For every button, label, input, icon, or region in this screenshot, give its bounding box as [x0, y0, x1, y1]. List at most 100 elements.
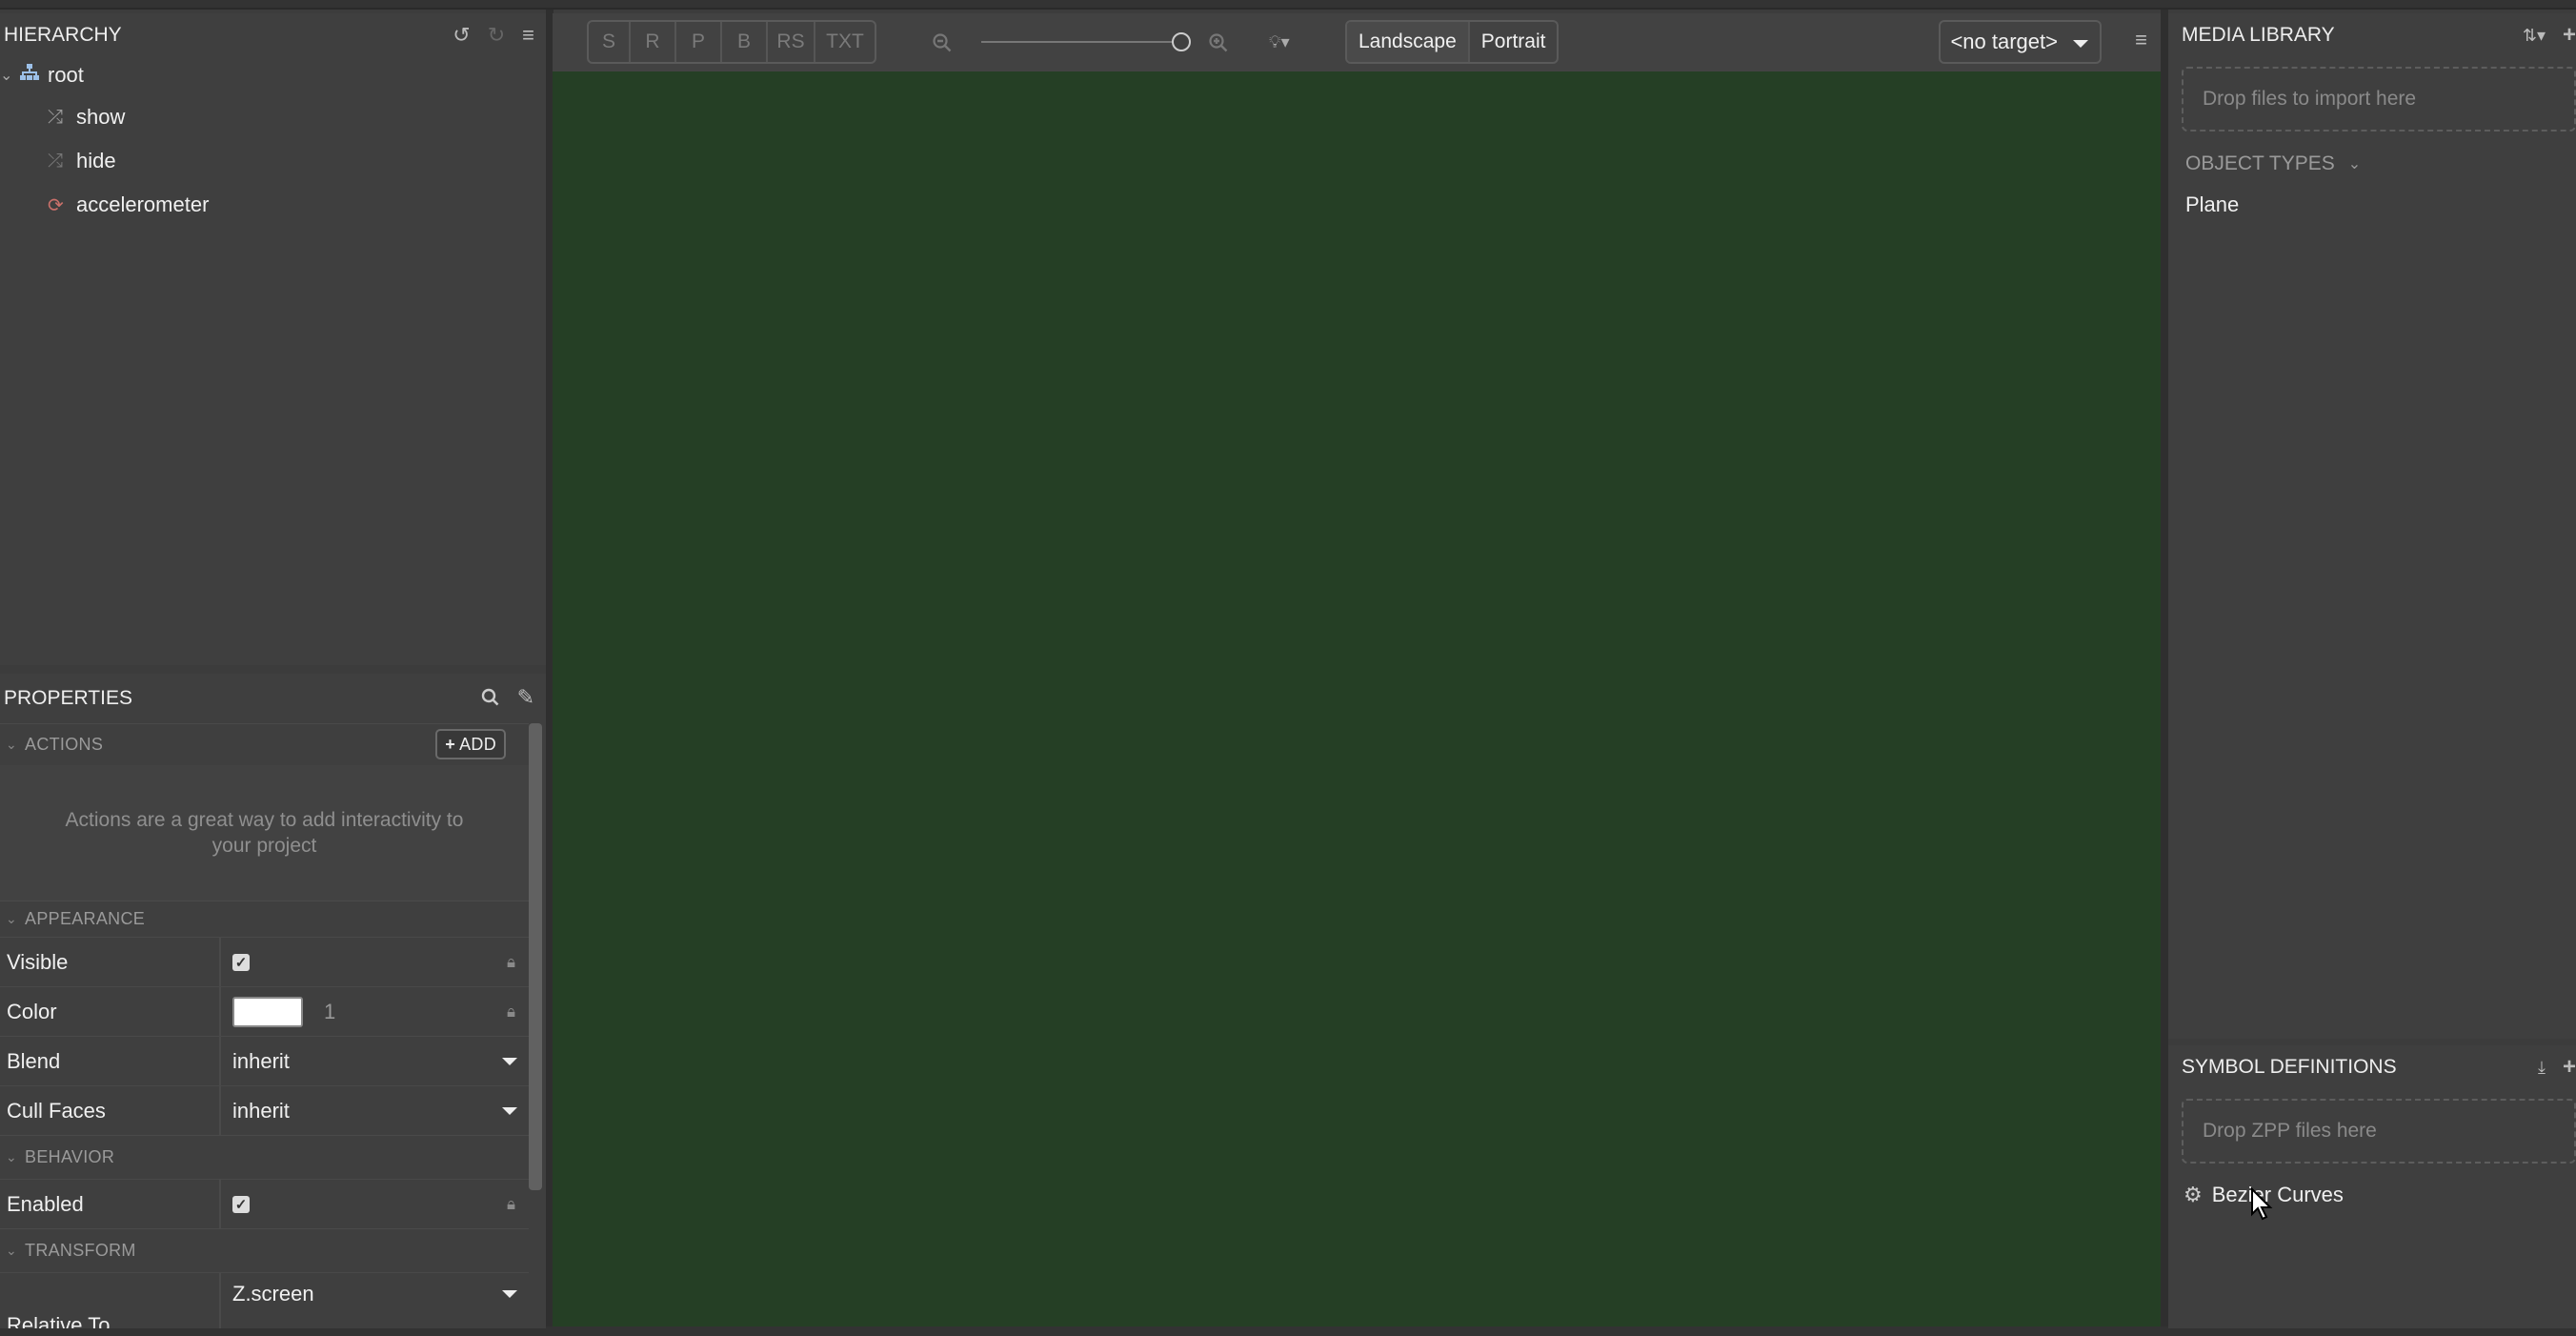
symbol-definitions-panel: SYMBOL DEFINITIONS ⤓ + Drop ZPP files he… — [2168, 1045, 2576, 1328]
section-actions[interactable]: ⌄ ACTIONS + ADD — [0, 723, 529, 765]
portrait-button[interactable]: Portrait — [1470, 22, 1558, 62]
target-select[interactable]: <no target> — [1939, 20, 2102, 64]
top-strip — [0, 0, 2576, 10]
add-action-button[interactable]: + ADD — [435, 729, 506, 759]
plus-icon: + — [445, 734, 456, 754]
tool-r-button[interactable]: R — [631, 22, 676, 62]
properties-title: PROPERTIES — [4, 687, 132, 709]
section-transform[interactable]: ⌄ TRANSFORM — [0, 1228, 529, 1272]
chevron-down-icon: ⌄ — [6, 737, 18, 752]
media-library-panel: MEDIA LIBRARY ⇅▾ + Drop files to import … — [2168, 13, 2576, 1039]
hierarchy-panel: HIERARCHY ↺ ↻ ≡ ⌄ root ⤮ show ⤮ hide ⟳ a… — [0, 13, 546, 665]
viewport-panel: S R P B RS TXT 💡︎▾ Landscape Portrait <n… — [553, 13, 2161, 1326]
zoom-in-icon[interactable] — [1208, 32, 1229, 53]
section-label: TRANSFORM — [25, 1241, 136, 1260]
dropdown-arrow-icon — [2073, 40, 2088, 48]
property-label: Visible — [0, 938, 221, 986]
tree-item-hide[interactable]: ⤮ hide — [48, 149, 116, 173]
blend-select-value[interactable]: inherit — [232, 1049, 290, 1074]
viewport-toolbar: S R P B RS TXT 💡︎▾ Landscape Portrait <n… — [553, 13, 2161, 71]
relative-select-value[interactable]: Z.screen — [232, 1282, 314, 1306]
dropdown-arrow-icon[interactable] — [502, 1290, 517, 1298]
shuffle-icon: ⤮ — [48, 106, 63, 128]
tool-p-button[interactable]: P — [676, 22, 722, 62]
pencil-icon[interactable]: ✎ — [517, 687, 534, 708]
plus-icon[interactable]: + — [2563, 1056, 2576, 1079]
symbol-dropzone[interactable]: Drop ZPP files here — [2182, 1099, 2576, 1164]
scene-canvas[interactable] — [553, 71, 2161, 1326]
hamburger-menu-icon[interactable]: ≡ — [522, 25, 534, 46]
zoom-slider-knob[interactable] — [1172, 32, 1191, 51]
lock-icon[interactable]: 🔒︎ — [507, 1195, 515, 1214]
tree-item-root[interactable]: ⌄ root — [0, 63, 84, 88]
zoom-out-icon[interactable] — [932, 32, 953, 53]
media-library-title: MEDIA LIBRARY — [2182, 24, 2335, 46]
media-dropzone[interactable]: Drop files to import here — [2182, 67, 2576, 132]
lock-icon[interactable]: 🔒︎ — [507, 1002, 515, 1022]
add-label: ADD — [459, 734, 496, 754]
tool-s-button[interactable]: S — [589, 22, 631, 62]
tree-item-label: root — [48, 63, 84, 87]
cull-select-value[interactable]: inherit — [232, 1099, 290, 1123]
gear-icon: ⚙ — [2184, 1183, 2203, 1206]
hamburger-menu-icon[interactable]: ≡ — [2135, 30, 2147, 51]
section-label: APPEARANCE — [25, 909, 146, 928]
property-visible: Visible ✓ 🔒︎ — [0, 937, 529, 986]
section-appearance[interactable]: ⌄ APPEARANCE — [0, 901, 529, 937]
property-relative-to[interactable]: Relative To Z.screen — [0, 1272, 529, 1328]
target-select-value: <no target> — [1950, 30, 2058, 53]
hierarchy-header: HIERARCHY ↺ ↻ ≡ — [0, 13, 546, 57]
chevron-down-icon: ⌄ — [6, 1149, 18, 1164]
object-types-header[interactable]: OBJECT TYPES ⌄ — [2185, 152, 2576, 175]
tree-item-label: show — [76, 105, 126, 129]
chevron-down-icon: ⌄ — [6, 911, 18, 926]
dropdown-arrow-icon[interactable] — [502, 1058, 517, 1065]
tree-item-accelerometer[interactable]: ⟳ accelerometer — [48, 192, 209, 217]
symbol-definitions-title: SYMBOL DEFINITIONS — [2182, 1056, 2397, 1078]
shuffle-icon: ⤮ — [48, 150, 63, 172]
right-splitter[interactable] — [2161, 10, 2168, 1326]
undo-icon[interactable]: ↺ — [453, 25, 470, 46]
hierarchy-icon — [19, 63, 48, 88]
property-label: Blend — [0, 1037, 221, 1085]
lock-icon[interactable]: 🔒︎ — [507, 953, 515, 972]
symbol-item-bezier-curves[interactable]: ⚙ Bezier Curves — [2184, 1183, 2576, 1207]
properties-header: PROPERTIES ✎ — [0, 674, 546, 723]
property-cull-faces[interactable]: Cull Faces inherit — [0, 1085, 529, 1135]
property-blend[interactable]: Blend inherit — [0, 1036, 529, 1085]
visible-checkbox[interactable]: ✓ — [232, 953, 250, 971]
object-type-plane[interactable]: Plane — [2185, 192, 2576, 217]
sort-dropdown-icon[interactable]: ⇅▾ — [2523, 25, 2546, 46]
dropdown-arrow-icon[interactable] — [502, 1107, 517, 1115]
color-swatch[interactable] — [232, 996, 303, 1027]
tree-item-label: accelerometer — [76, 192, 210, 216]
landscape-button[interactable]: Landscape — [1347, 22, 1470, 62]
orientation-toggle: Landscape Portrait — [1345, 20, 1560, 64]
chevron-down-icon: ⌄ — [6, 1243, 18, 1258]
light-bulb-dropdown-icon[interactable]: 💡︎▾ — [1269, 31, 1290, 52]
chevron-down-icon[interactable]: ⌄ — [0, 66, 19, 85]
color-alpha-value[interactable]: 1 — [324, 1000, 335, 1024]
section-behavior[interactable]: ⌄ BEHAVIOR — [0, 1135, 529, 1179]
tree-item-show[interactable]: ⤮ show — [48, 105, 125, 130]
property-color: Color 1 🔒︎ — [0, 986, 529, 1036]
zoom-slider-track[interactable] — [981, 41, 1181, 43]
tool-b-button[interactable]: B — [722, 22, 768, 62]
properties-scrollbar[interactable] — [529, 723, 542, 1190]
property-label: Relative To — [0, 1273, 221, 1328]
properties-panel: PROPERTIES ✎ ⌄ ACTIONS + ADD Actions are… — [0, 674, 546, 1328]
search-icon[interactable] — [481, 688, 500, 707]
actions-hint: Actions are a great way to add interacti… — [0, 765, 529, 901]
tool-txt-button[interactable]: TXT — [815, 22, 875, 62]
import-icon[interactable]: ⤓ — [2538, 1057, 2546, 1078]
redo-icon[interactable]: ↻ — [488, 25, 505, 46]
plus-icon[interactable]: + — [2563, 24, 2576, 47]
property-label: Cull Faces — [0, 1086, 221, 1135]
hierarchy-title: HIERARCHY — [4, 24, 122, 46]
enabled-checkbox[interactable]: ✓ — [232, 1195, 250, 1213]
tool-rs-button[interactable]: RS — [768, 22, 815, 62]
tree-item-label: hide — [76, 149, 116, 172]
chevron-down-icon: ⌄ — [2347, 156, 2362, 172]
section-label: ACTIONS — [25, 735, 104, 754]
property-enabled: Enabled ✓ 🔒︎ — [0, 1179, 529, 1228]
